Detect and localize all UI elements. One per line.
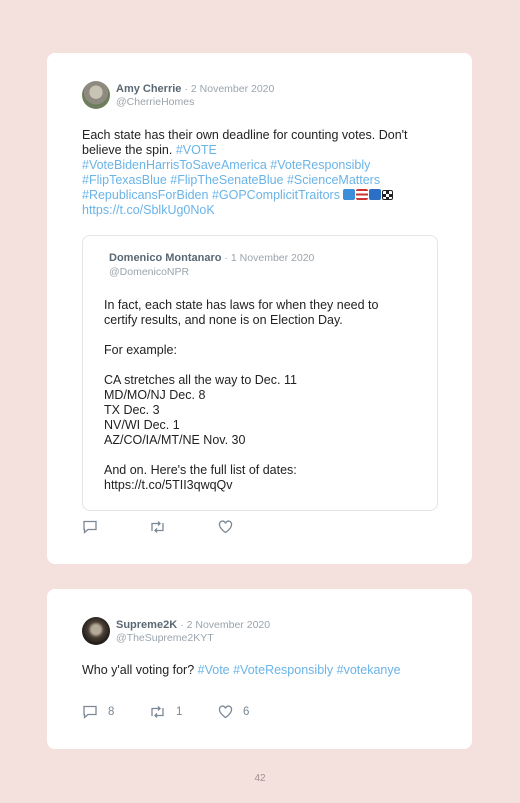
reply-button[interactable]: 8 (82, 705, 114, 719)
hashtag[interactable]: #FlipTexasBlue #FlipTheSenateBlue #Scien… (82, 173, 380, 187)
tweet-actions: 8 1 6 (82, 705, 282, 721)
tweet-card: Supreme2K · 2 November 2020 @TheSupreme2… (47, 589, 472, 749)
like-icon (218, 705, 233, 719)
hashtag[interactable]: #VoteBidenHarrisToSaveAmerica #VoteRespo… (82, 158, 370, 172)
author-handle[interactable]: @TheSupreme2KYT (116, 632, 214, 644)
retweet-icon (151, 521, 164, 533)
avatar[interactable] (82, 81, 110, 109)
tweet-date: · 2 November 2020 (180, 619, 271, 631)
quoted-text-line: certify results, and none is on Election… (104, 313, 343, 327)
quoted-text-line: CA stretches all the way to Dec. 11 (104, 373, 297, 387)
quoted-text-line: For example: (104, 343, 177, 357)
page-number: 42 (254, 773, 266, 784)
retweet-icon (151, 706, 164, 718)
quoted-text-line: NV/WI Dec. 1 (104, 418, 180, 432)
quoted-author-handle[interactable]: @DomenicoNPR (109, 266, 189, 278)
author-handle[interactable]: @CherrieHomes (116, 96, 194, 108)
emoji-group (343, 188, 394, 202)
hashtag[interactable]: #VOTE (176, 143, 217, 157)
retweet-button[interactable] (149, 520, 166, 534)
quoted-tweet-link[interactable]: https://t.co/5TII3qwqQv (104, 478, 233, 492)
hashtag[interactable]: #Vote #VoteResponsibly #votekanye (198, 663, 401, 677)
ballot-emoji-icon (343, 189, 356, 200)
tweet-text: Each state has their own deadline for co… (82, 128, 408, 217)
tweet-date: · 2 November 2020 (184, 83, 275, 95)
quoted-text-line: In fact, each state has laws for when th… (104, 298, 379, 312)
reply-count: 8 (108, 706, 115, 718)
like-icon (218, 520, 233, 534)
quoted-text-line: AZ/CO/IA/MT/NE Nov. 30 (104, 433, 246, 447)
author-name[interactable]: Amy Cherrie · 2 November 2020 (116, 83, 274, 95)
comment-icon (83, 520, 97, 534)
tweet-link[interactable]: https://t.co/SblkUg0NoK (82, 203, 215, 217)
retweet-count: 1 (176, 706, 183, 718)
comment-icon (83, 705, 97, 719)
like-button[interactable]: 6 (218, 705, 249, 719)
check-mark-icon (369, 189, 382, 200)
like-button[interactable] (218, 520, 233, 534)
tweet-card: Amy Cherrie · 2 November 2020 @CherrieHo… (47, 53, 472, 564)
retweet-button[interactable]: 1 (149, 705, 182, 719)
quoted-tweet[interactable]: Domenico Montanaro · 1 November 2020 @Do… (82, 235, 438, 511)
hashtag[interactable]: #RepublicansForBiden #GOPComplicitTraito… (82, 188, 340, 202)
checkered-flag-icon (382, 190, 394, 200)
quoted-text-line: TX Dec. 3 (104, 403, 160, 417)
avatar[interactable] (82, 617, 110, 645)
quoted-text-line: And on. Here's the full list of dates: (104, 463, 297, 477)
tweet-actions (82, 520, 282, 536)
tweet-text: Who y'all voting for? #Vote #VoteRespons… (82, 663, 401, 677)
us-flag-icon (356, 189, 369, 200)
quoted-tweet-date: · 1 November 2020 (224, 252, 315, 264)
like-count: 6 (243, 706, 250, 718)
quoted-author-name[interactable]: Domenico Montanaro · 1 November 2020 (109, 252, 314, 264)
author-name[interactable]: Supreme2K · 2 November 2020 (116, 619, 270, 631)
quoted-text-line: MD/MO/NJ Dec. 8 (104, 388, 206, 402)
reply-button[interactable] (82, 520, 98, 534)
